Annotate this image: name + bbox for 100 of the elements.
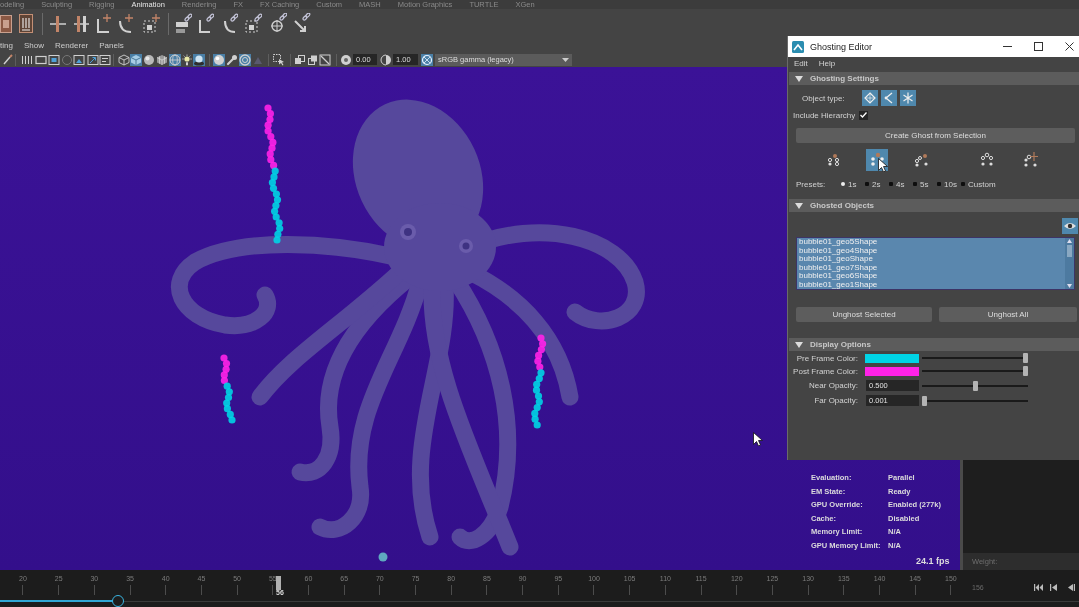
option-label: Pre Frame Color:: [796, 353, 858, 363]
image-plane-icon[interactable]: [73, 53, 85, 66]
option-label: Post Frame Color:: [793, 366, 858, 376]
option-label: Far Opacity:: [814, 396, 858, 405]
preset-option[interactable]: Custom: [961, 179, 996, 189]
wire-sphere-icon[interactable]: [169, 53, 181, 66]
target-link-icon[interactable]: [270, 12, 287, 35]
dashed-square-icon[interactable]: [143, 12, 160, 35]
corner-arrow-icon[interactable]: [96, 12, 111, 35]
menu-item[interactable]: Panels: [99, 40, 124, 50]
section-header[interactable]: Ghosted Objects: [789, 199, 1079, 212]
preset-option[interactable]: 2s: [865, 179, 889, 189]
radio-button-icon[interactable]: [865, 182, 869, 186]
curved-arrow-link-icon[interactable]: [222, 12, 238, 35]
dashed-square-link-icon[interactable]: [245, 12, 262, 35]
scroll-down-icon[interactable]: [1067, 284, 1072, 288]
frame-icon[interactable]: [35, 53, 47, 66]
preset-option[interactable]: 4s: [889, 179, 913, 189]
radio-button-icon[interactable]: [961, 182, 965, 186]
maximize-icon[interactable]: [1034, 42, 1043, 51]
corner-arrow-link-icon[interactable]: [198, 12, 214, 35]
angle-icon[interactable]: [881, 90, 897, 106]
scroll-up-icon[interactable]: [1067, 239, 1072, 243]
collapse-triangle-icon[interactable]: [795, 202, 803, 209]
unghost-all-button[interactable]: Unghost All: [939, 307, 1077, 322]
link-bar-icon[interactable]: [176, 12, 192, 35]
image-arrow-icon[interactable]: [87, 53, 99, 66]
range-slider[interactable]: [0, 595, 1079, 607]
color-swatch[interactable]: [865, 366, 919, 376]
playhead[interactable]: [275, 576, 281, 590]
diagonal-arrow-link-icon[interactable]: [293, 12, 311, 35]
step-back-icon[interactable]: [1066, 583, 1075, 592]
overlap-squares-icon[interactable]: [307, 53, 319, 66]
slider-thumb[interactable]: [1023, 353, 1028, 363]
shadow-sphere-icon[interactable]: [193, 53, 205, 66]
light-bulb-icon[interactable]: [181, 53, 193, 66]
checkmark-icon: [860, 112, 867, 118]
list-item[interactable]: bubble01_geo1Shape: [797, 280, 1065, 289]
radio-button-icon[interactable]: [889, 182, 893, 186]
list-item[interactable]: bubble01_geo7Shape: [797, 263, 1065, 272]
collapse-triangle-icon[interactable]: [795, 75, 803, 82]
ring-icon[interactable]: [239, 53, 251, 66]
color-wheel-icon[interactable]: [421, 53, 433, 66]
brush-icon[interactable]: [2, 53, 14, 66]
checkbox[interactable]: [859, 110, 868, 120]
list-item[interactable]: bubble01_geo6Shape: [797, 272, 1065, 281]
window-title: Ghosting Editor: [810, 41, 874, 52]
option-label: Near Opacity:: [809, 381, 858, 390]
close-icon[interactable]: [1065, 42, 1074, 51]
tile-icon[interactable]: [0, 12, 12, 35]
collapse-triangle-icon[interactable]: [795, 341, 803, 348]
unghost-selected-button[interactable]: Unghost Selected: [796, 307, 932, 322]
eye-icon[interactable]: [1062, 218, 1078, 234]
step-back-icon[interactable]: [1050, 583, 1059, 592]
lines-box-icon[interactable]: [99, 53, 111, 66]
color-swatch[interactable]: [865, 353, 919, 363]
skip-to-start-icon[interactable]: [1034, 583, 1043, 592]
bars-box-icon[interactable]: [19, 12, 33, 35]
menu-item[interactable]: Show: [23, 40, 44, 50]
list-item[interactable]: bubble01_geo4Shape: [797, 246, 1065, 255]
menu-item[interactable]: Edit: [794, 58, 808, 68]
sphere-icon[interactable]: [213, 53, 225, 66]
slider-thumb[interactable]: [922, 395, 928, 406]
diagonal-box-icon[interactable]: [319, 53, 331, 66]
cursor-icon: [753, 432, 763, 446]
fps-readout: 24.1 fps: [916, 556, 950, 566]
slider-thumb[interactable]: [1023, 366, 1028, 376]
scroll-thumb[interactable]: [1067, 245, 1072, 257]
menu-item[interactable]: ting: [0, 40, 13, 50]
slider-track[interactable]: [922, 353, 1028, 363]
list-item[interactable]: bubble01_geoShape: [797, 255, 1065, 264]
overlap-squares-icon[interactable]: [294, 53, 306, 66]
create-ghost-button[interactable]: Create Ghost from Selection: [796, 128, 1075, 143]
preset-option[interactable]: 1s: [841, 179, 865, 189]
radio-button-icon[interactable]: [841, 182, 845, 186]
section-header[interactable]: Display Options: [789, 338, 1079, 351]
preset-option[interactable]: 10s: [937, 179, 961, 189]
grid-lines-icon[interactable]: [21, 53, 33, 66]
preset-option[interactable]: 5s: [913, 179, 937, 189]
slider-thumb[interactable]: [972, 380, 978, 391]
wireframe-cube-icon[interactable]: [118, 53, 130, 66]
menu-item[interactable]: Help: [818, 58, 836, 68]
scrollbar[interactable]: [1065, 238, 1074, 289]
shaded-cube-icon[interactable]: [130, 53, 142, 66]
half-circle-icon[interactable]: [380, 53, 392, 66]
textured-cube-icon[interactable]: [156, 53, 168, 66]
radio-button-icon[interactable]: [913, 182, 917, 186]
flashlight-icon[interactable]: [226, 53, 238, 66]
object-list[interactable]: bubble01_geo5Shape bubble01_geo4Shape bubble01_geoShape bubble01_geo7Shape bubble01_geo6Shape bubble01_geo1Shape: [796, 237, 1075, 290]
bubble-trail: [220, 354, 236, 424]
menu-item[interactable]: Renderer: [54, 40, 89, 50]
curved-arrow-icon[interactable]: [117, 12, 133, 35]
list-item[interactable]: bubble01_geo5Shape: [797, 238, 1065, 247]
asterisk-icon[interactable]: [900, 90, 916, 106]
slider-thumb[interactable]: [111, 595, 124, 607]
radio-button-icon[interactable]: [937, 182, 941, 186]
aperture-icon[interactable]: [340, 53, 352, 66]
select-arrow-icon[interactable]: [273, 53, 285, 66]
shaded-sphere-icon[interactable]: [143, 53, 155, 66]
section-header[interactable]: Ghosting Settings: [789, 72, 1079, 85]
